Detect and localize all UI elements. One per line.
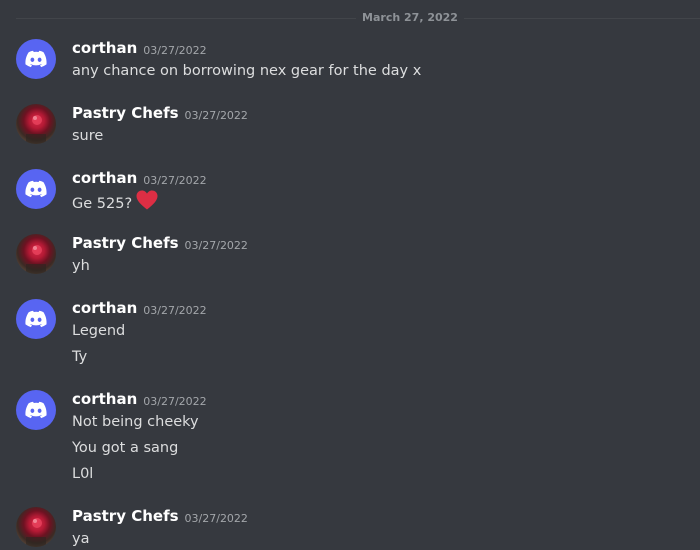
message-header: corthan 03/27/2022 (72, 298, 207, 318)
date-divider: March 27, 2022 (0, 11, 700, 25)
divider-line (16, 18, 356, 19)
username[interactable]: Pastry Chefs (72, 507, 179, 525)
message-text: Not being cheeky (72, 414, 199, 430)
message-text: Legend (72, 323, 126, 339)
timestamp: 03/27/2022 (143, 304, 207, 317)
username[interactable]: corthan (72, 299, 137, 317)
message-header: corthan 03/27/2022 (72, 389, 207, 409)
message-text: L0l (72, 466, 94, 482)
message-header: Pastry Chefs 03/27/2022 (72, 233, 248, 253)
timestamp: 03/27/2022 (143, 174, 207, 187)
chat-messages: March 27, 2022 corthan 03/27/2022 any cha… (0, 0, 700, 550)
heart-icon[interactable] (136, 190, 158, 216)
timestamp: 03/27/2022 (184, 109, 248, 122)
timestamp: 03/27/2022 (184, 512, 248, 525)
message-header: corthan 03/27/2022 (72, 168, 207, 188)
message-header: Pastry Chefs 03/27/2022 (72, 506, 248, 526)
timestamp: 03/27/2022 (184, 239, 248, 252)
pastry-avatar[interactable] (16, 234, 56, 274)
username[interactable]: Pastry Chefs (72, 234, 179, 252)
username[interactable]: corthan (72, 390, 137, 408)
message-text: any chance on borrowing nex gear for the… (72, 63, 422, 79)
message-text: yh (72, 258, 90, 274)
timestamp: 03/27/2022 (143, 44, 207, 57)
discord-logo-icon[interactable] (16, 299, 56, 339)
username[interactable]: corthan (72, 169, 137, 187)
message-text: Ge 525? (72, 190, 158, 217)
pastry-avatar[interactable] (16, 507, 56, 547)
pastry-avatar[interactable] (16, 104, 56, 144)
date-divider-label: March 27, 2022 (362, 11, 458, 24)
username[interactable]: Pastry Chefs (72, 104, 179, 122)
message-header: Pastry Chefs 03/27/2022 (72, 103, 248, 123)
discord-logo-icon[interactable] (16, 169, 56, 209)
message-header: corthan 03/27/2022 (72, 38, 207, 58)
message-text: You got a sang (72, 440, 179, 456)
message-text: Ty (72, 349, 88, 365)
username[interactable]: corthan (72, 39, 137, 57)
message-text: sure (72, 128, 104, 144)
timestamp: 03/27/2022 (143, 395, 207, 408)
message-text: ya (72, 531, 90, 547)
message-text-content: Ge 525? (72, 196, 133, 212)
discord-logo-icon[interactable] (16, 39, 56, 79)
discord-logo-icon[interactable] (16, 390, 56, 430)
divider-line (464, 18, 700, 19)
